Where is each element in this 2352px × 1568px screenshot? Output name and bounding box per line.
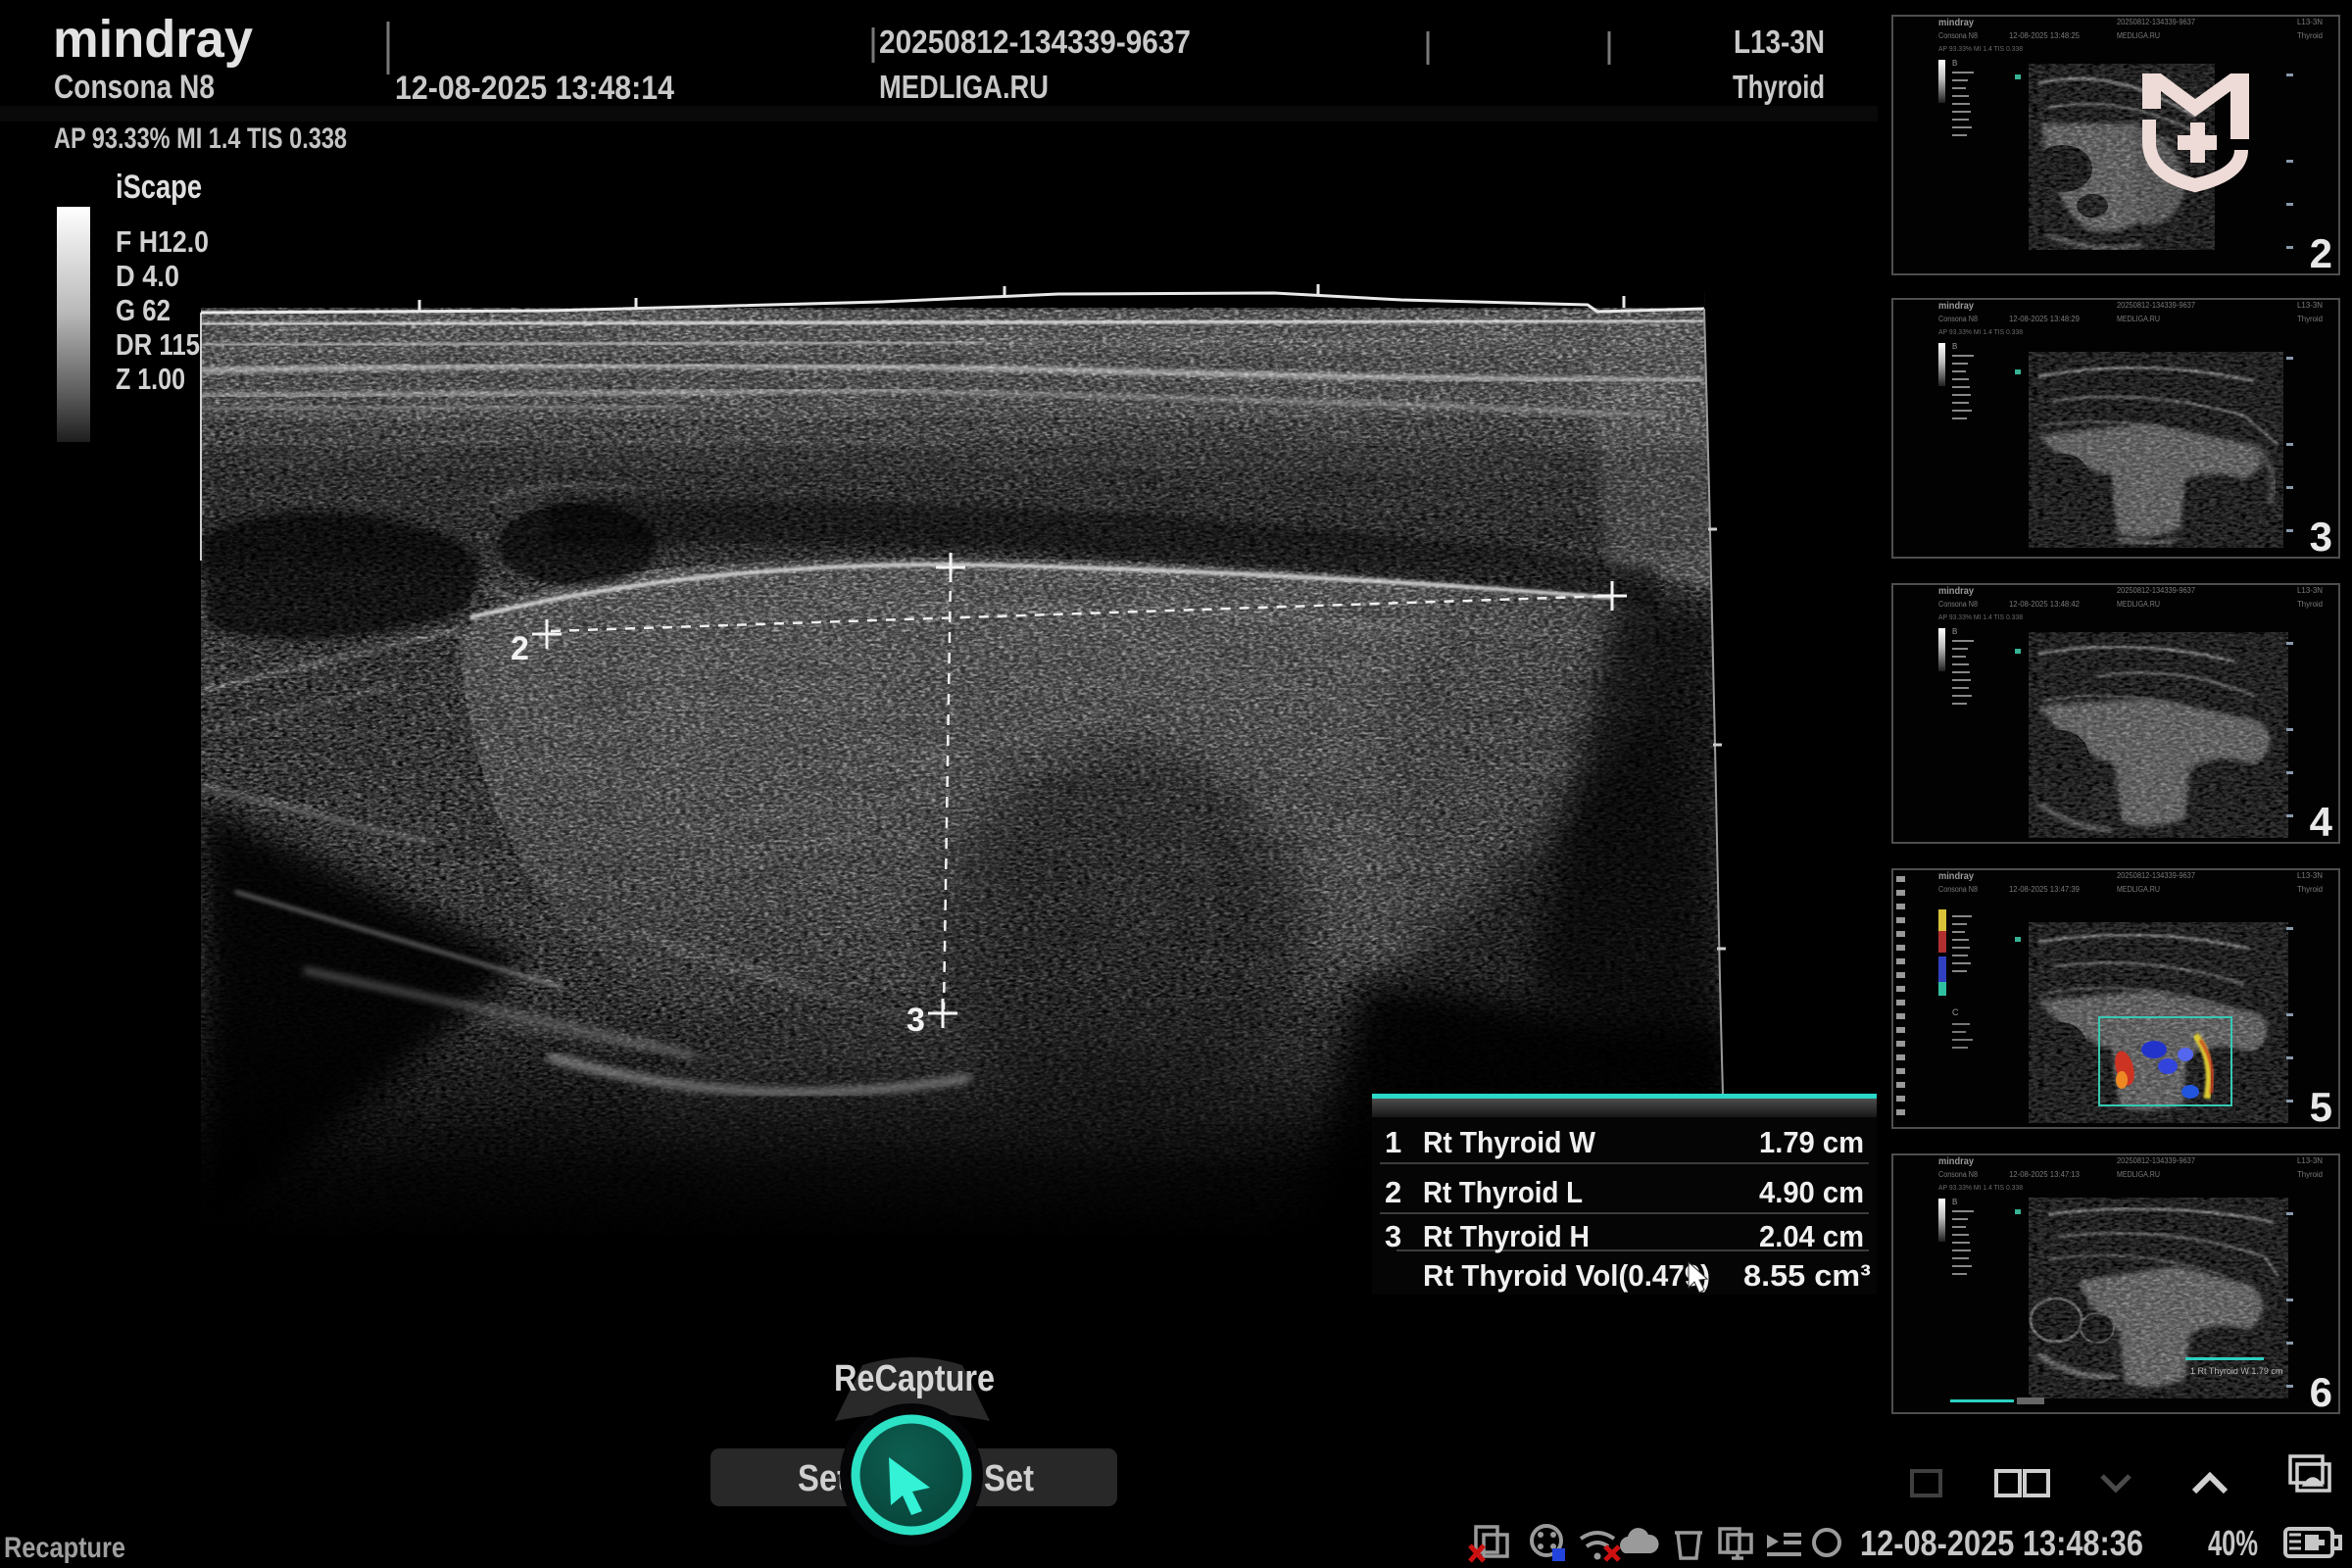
svg-text:ReCapture: ReCapture [834, 1358, 995, 1399]
svg-text:AP 93.33% MI 1.4 TIS 0.338: AP 93.33% MI 1.4 TIS 0.338 [1938, 46, 2023, 53]
svg-text:mindray: mindray [1938, 871, 1974, 882]
svg-text:MEDLIGA.RU: MEDLIGA.RU [2117, 885, 2160, 894]
svg-text:Rt Thyroid W: Rt Thyroid W [1423, 1125, 1596, 1159]
svg-text:Thyroid: Thyroid [2297, 315, 2323, 323]
svg-text:20250812-134339-9637: 20250812-134339-9637 [2117, 871, 2196, 880]
svg-text:Thyroid: Thyroid [2297, 600, 2323, 609]
svg-text:Rt Thyroid L: Rt Thyroid L [1423, 1175, 1583, 1209]
svg-text:Thyroid: Thyroid [1733, 69, 1825, 105]
svg-text:6: 6 [2310, 1369, 2332, 1415]
svg-text:12-08-2025 13:48:29: 12-08-2025 13:48:29 [2009, 315, 2081, 323]
svg-text:Rt Thyroid H: Rt Thyroid H [1423, 1219, 1590, 1253]
svg-text:2.04 cm: 2.04 cm [1759, 1219, 1864, 1253]
svg-text:2: 2 [2310, 230, 2332, 276]
svg-text:MEDLIGA.RU: MEDLIGA.RU [879, 69, 1049, 105]
svg-text:B: B [1952, 59, 1957, 68]
svg-text:Consona N8: Consona N8 [54, 69, 215, 106]
svg-text:AP 93.33% MI 1.4 TIS 0.338: AP 93.33% MI 1.4 TIS 0.338 [1938, 329, 2023, 336]
svg-text:Consona N8: Consona N8 [1938, 1170, 1978, 1179]
svg-text:8.55 cm³: 8.55 cm³ [1743, 1258, 1871, 1293]
svg-text:1 Rt Thyroid W 1.79 cm: 1 Rt Thyroid W 1.79 cm [2190, 1366, 2282, 1376]
svg-text:mindray: mindray [1938, 18, 1974, 28]
svg-text:3: 3 [906, 1002, 925, 1039]
svg-text:B: B [1952, 627, 1957, 636]
svg-text:AP 93.33% MI 1.4 TIS 0.338: AP 93.33% MI 1.4 TIS 0.338 [1938, 1185, 2023, 1192]
svg-text:3: 3 [2310, 514, 2332, 560]
svg-text:1: 1 [1385, 1125, 1401, 1159]
svg-text:20250812-134339-9637: 20250812-134339-9637 [2117, 18, 2196, 26]
svg-text:Consona N8: Consona N8 [1938, 600, 1978, 609]
svg-text:C: C [1952, 1007, 1959, 1017]
svg-text:L13-3N: L13-3N [2297, 301, 2323, 310]
svg-text:MEDLIGA.RU: MEDLIGA.RU [2117, 315, 2160, 323]
svg-text:12-08-2025 13:47:39: 12-08-2025 13:47:39 [2009, 885, 2081, 894]
svg-text:iScape: iScape [116, 169, 202, 206]
svg-text:L13-3N: L13-3N [2297, 1156, 2323, 1165]
svg-text:L13-3N: L13-3N [2297, 18, 2323, 26]
svg-text:MEDLIGA.RU: MEDLIGA.RU [2117, 1170, 2160, 1179]
svg-text:5: 5 [2310, 1084, 2332, 1130]
svg-text:2: 2 [511, 630, 529, 667]
svg-text:B: B [1952, 342, 1957, 351]
svg-text:Thyroid: Thyroid [2297, 1170, 2323, 1179]
svg-text:3: 3 [1385, 1219, 1401, 1253]
svg-text:mindray: mindray [1938, 1156, 1974, 1167]
svg-text:1.79 cm: 1.79 cm [1759, 1125, 1864, 1159]
svg-text:Rt Thyroid Vol(0.479): Rt Thyroid Vol(0.479) [1423, 1258, 1710, 1293]
svg-text:40%: 40% [2208, 1523, 2258, 1563]
svg-text:Set: Set [984, 1458, 1034, 1499]
svg-text:D 4.0: D 4.0 [116, 259, 179, 293]
svg-text:mindray: mindray [1938, 301, 1974, 312]
svg-text:B: B [1952, 1198, 1957, 1206]
svg-text:12-08-2025 13:48:42: 12-08-2025 13:48:42 [2009, 600, 2081, 609]
svg-text:Consona N8: Consona N8 [1938, 885, 1978, 894]
svg-text:mindray: mindray [53, 10, 253, 69]
svg-text:Consona N8: Consona N8 [1938, 315, 1978, 323]
svg-text:Thyroid: Thyroid [2297, 31, 2323, 40]
svg-text:Recapture: Recapture [4, 1532, 125, 1564]
svg-text:4.90 cm: 4.90 cm [1759, 1175, 1864, 1209]
svg-text:Z 1.00: Z 1.00 [116, 362, 185, 396]
svg-text:AP 93.33% MI 1.4 TIS 0.338: AP 93.33% MI 1.4 TIS 0.338 [1938, 614, 2023, 621]
svg-text:DR 115: DR 115 [116, 327, 200, 362]
svg-text:4: 4 [2310, 799, 2333, 845]
svg-text:mindray: mindray [1938, 586, 1974, 597]
svg-text:20250812-134339-9637: 20250812-134339-9637 [2117, 586, 2196, 595]
svg-text:AP 93.33% MI 1.4 TIS 0.338: AP 93.33% MI 1.4 TIS 0.338 [54, 122, 347, 155]
svg-text:Thyroid: Thyroid [2297, 885, 2323, 894]
svg-text:2: 2 [1385, 1175, 1401, 1209]
svg-text:L13-3N: L13-3N [2297, 586, 2323, 595]
svg-text:20250812-134339-9637: 20250812-134339-9637 [2117, 301, 2196, 310]
svg-text:MEDLIGA.RU: MEDLIGA.RU [2117, 600, 2160, 609]
svg-text:L13-3N: L13-3N [1734, 24, 1825, 60]
svg-text:G 62: G 62 [116, 293, 171, 327]
svg-text:L13-3N: L13-3N [2297, 871, 2323, 880]
svg-text:12-08-2025 13:48:36: 12-08-2025 13:48:36 [1860, 1523, 2143, 1563]
svg-text:Consona N8: Consona N8 [1938, 31, 1978, 40]
svg-text:F H12.0: F H12.0 [116, 224, 209, 259]
svg-text:12-08-2025 13:47:13: 12-08-2025 13:47:13 [2009, 1170, 2081, 1179]
svg-text:MEDLIGA.RU: MEDLIGA.RU [2117, 31, 2160, 40]
svg-text:20250812-134339-9637: 20250812-134339-9637 [2117, 1156, 2196, 1165]
svg-text:12-08-2025 13:48:25: 12-08-2025 13:48:25 [2009, 31, 2081, 40]
svg-text:12-08-2025 13:48:14: 12-08-2025 13:48:14 [395, 70, 674, 107]
svg-text:20250812-134339-9637: 20250812-134339-9637 [879, 24, 1191, 60]
